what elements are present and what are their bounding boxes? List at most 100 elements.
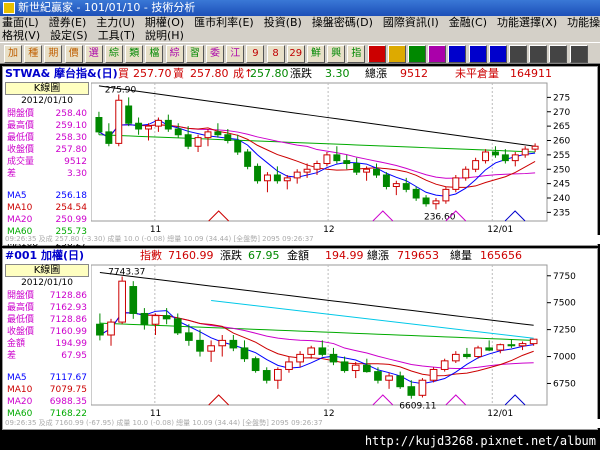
vol-label: 總漲 [365,67,387,80]
candle-body [463,353,471,358]
candle-body [214,131,222,136]
candle-body [353,163,361,173]
toolbar-button[interactable]: 綜 [165,45,184,63]
toolbar-button[interactable]: 8 [266,45,285,63]
info-value: 3.30 [66,169,87,179]
high-label: 7743.37 [108,268,145,278]
menu-item[interactable]: 畫面(L) [2,16,39,29]
candle-body [422,197,430,205]
toolbar-button[interactable]: 種 [24,45,43,63]
toolbar-button[interactable]: 綜 [105,45,123,63]
toolbar-button[interactable] [448,45,467,63]
candle-body [135,122,143,130]
menu-item[interactable]: 說明(H) [145,29,184,42]
symbol-label: #001 加權(日) [5,249,85,262]
y-tick-label: 270 [553,108,570,118]
candlestick-chart[interactable]: 235 240 245 250 255 260 265 270 275 11 12 12/01 275.… [91,81,597,235]
toolbar-button[interactable]: 加 [4,45,22,63]
candle-body [115,99,123,144]
info-row: 差 3.30 [5,168,89,180]
candle-body [412,188,420,199]
ma-value: 7079.75 [49,385,87,395]
toolbar-button[interactable] [387,45,406,63]
quote-header: #001 加權(日) 指數 7160.99 漲跌 67.95 金額 194.99… [5,249,595,263]
menu-item[interactable]: 匯市利率(E) [194,16,254,29]
candle-body [154,119,162,127]
menu-item[interactable]: 功能選擇(X) [497,16,557,29]
menu-item[interactable]: 設定(S) [50,29,88,42]
info-sidebar: K線圖 2012/01/10 開盤價 258.40 最高價 259.10 最低價 258.30… [5,82,89,250]
toolbar-button[interactable] [529,45,548,63]
menu-item[interactable]: 國際資訊(I) [383,16,439,29]
app-icon [3,2,15,14]
toolbar-button[interactable] [509,45,527,63]
toolbar-button[interactable]: 習 [185,45,204,63]
moving-average-line [99,322,534,341]
candle-body [229,339,238,349]
index-label: 指數 [140,249,162,262]
toolbar-button[interactable]: 指 [347,45,366,63]
toolbar-button[interactable]: 9 [246,45,265,63]
toolbar-button[interactable]: 選 [84,45,103,63]
candlestick-chart[interactable]: 6750 7000 7250 7500 7750 11 12 12/01 7743.37 6609… [91,263,597,419]
menu-item[interactable]: 工具(T) [98,29,135,42]
candle-body [340,361,349,372]
menu-item[interactable]: 格視(V) [2,29,40,42]
toolbar-button[interactable]: 價 [64,45,83,63]
candle-body [204,131,212,139]
candle-body [96,323,104,336]
candle-body [184,134,192,147]
toolbar-button[interactable] [468,45,487,63]
info-value: 194.99 [55,339,88,349]
info-label: 開盤價 [7,291,35,301]
candle-body [145,125,152,130]
candle-body [501,154,509,162]
candle-body [262,370,271,381]
y-tick-label: 250 [553,165,570,175]
info-value: 7128.86 [49,315,87,325]
toolbar-button[interactable] [569,45,588,63]
candle-body [307,347,316,355]
title-bar: 新世紀贏家 - 101/01/10 - 技術分析 [0,0,600,16]
menu-item[interactable]: 證券(E) [49,16,87,29]
menu-item[interactable]: 金融(C) [449,16,487,29]
info-label: 成交量 [7,157,35,167]
x-tick-label: 12/01 [487,409,513,419]
candle-body [343,160,351,164]
info-row: 最低價 258.30 [5,132,89,144]
ma-label: MA20 [7,215,33,225]
candle-body [507,344,516,347]
toolbar-button[interactable]: 期 [44,45,63,63]
menu-item[interactable]: 期權(O) [145,16,184,29]
menu-item[interactable]: 主力(U) [96,16,135,29]
ma-label: MA20 [7,397,33,407]
y-tick-label: 7250 [553,326,576,336]
ma-label: MA10 [7,385,33,395]
window-title: 新世紀贏家 - 101/01/10 - 技術分析 [18,1,196,14]
toolbar-button[interactable]: 江 [226,45,245,63]
toolbar-button[interactable] [549,45,568,63]
menu-item[interactable]: 投資(B) [264,16,302,29]
candle-body [432,200,440,205]
candle-body [313,163,321,170]
info-row: 開盤價 7128.86 [5,290,89,302]
moving-average-line [99,312,534,377]
toolbar-button[interactable] [488,45,507,63]
ma-value: 7117.67 [49,373,87,383]
toolbar-button[interactable] [408,45,426,63]
toolbar-button[interactable]: 委 [206,45,224,63]
menu-item[interactable]: 操盤密碼(D) [312,16,373,29]
toolbar-button[interactable]: 類 [125,45,144,63]
candle-body [274,368,282,381]
candle-body [402,183,410,190]
candle-body [125,105,133,124]
toolbar-button[interactable] [367,45,386,63]
toolbar-button[interactable]: 29 [286,45,305,63]
toolbar-button[interactable]: 興 [327,45,346,63]
toolbar-button[interactable] [428,45,447,63]
menu-item[interactable]: 功能操作(C) [567,16,600,29]
candle-body [333,154,341,162]
toolbar-button[interactable]: 鮮 [307,45,325,63]
toolbar-button[interactable]: 檔 [145,45,164,63]
candle-body [296,353,304,363]
